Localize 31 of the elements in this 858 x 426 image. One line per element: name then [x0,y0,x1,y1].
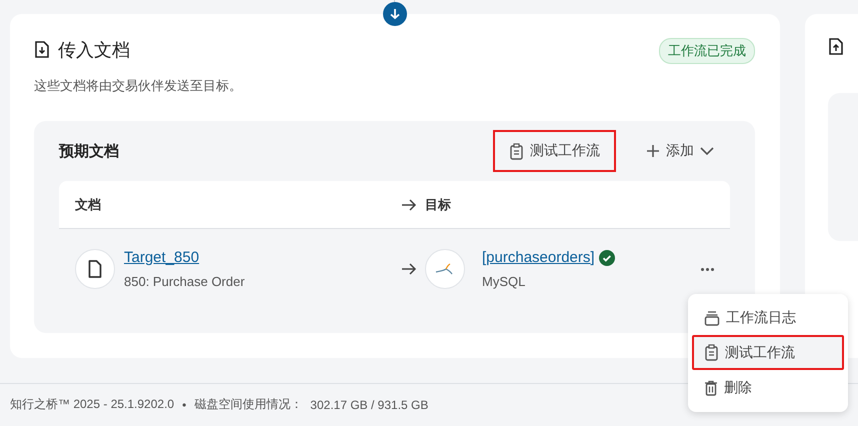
menu-item[interactable]: 测试工作流 [692,335,844,370]
target-type: MySQL [482,274,526,289]
panel-title: 预期文档 [59,142,119,160]
card-title: 传入文档 [58,39,130,62]
menu-item[interactable]: 删除 [692,370,844,405]
test-workflow-button[interactable]: 测试工作流 [493,130,616,172]
trash-icon [704,380,718,396]
disk-usage-label: 磁盘空间使用情况： [194,396,302,413]
document-link[interactable]: Target_850 [124,249,245,266]
status-badge: 工作流已完成 [659,38,755,64]
version-text: 知行之桥™ 2025 - 25.1.9202.0 [10,396,174,413]
column-header: 目标 [425,196,451,214]
document-icon [75,249,115,289]
clipboard-icon [704,344,719,361]
target-link[interactable]: [purchaseorders] [482,249,595,266]
card-description: 这些文档将由交易伙伴发送至目标。 [34,77,243,95]
column-header: 文档 [75,196,101,214]
arrow-right-icon [401,263,417,275]
clipboard-icon [509,142,524,160]
chevron-down-icon [700,146,714,156]
menu-item[interactable]: 工作流日志 [692,300,844,335]
separator-dot: • [182,398,186,412]
disk-usage-value: 302.17 GB / 931.5 GB [310,398,428,412]
document-type: 850: Purchase Order [124,274,245,289]
add-button[interactable]: 添加 [630,130,730,172]
download-document-icon [34,41,50,59]
plus-icon [646,144,660,158]
stack-icon [704,310,720,326]
arrow-right-icon [401,198,417,210]
database-logo-icon [425,249,465,289]
upload-document-icon [828,38,844,56]
